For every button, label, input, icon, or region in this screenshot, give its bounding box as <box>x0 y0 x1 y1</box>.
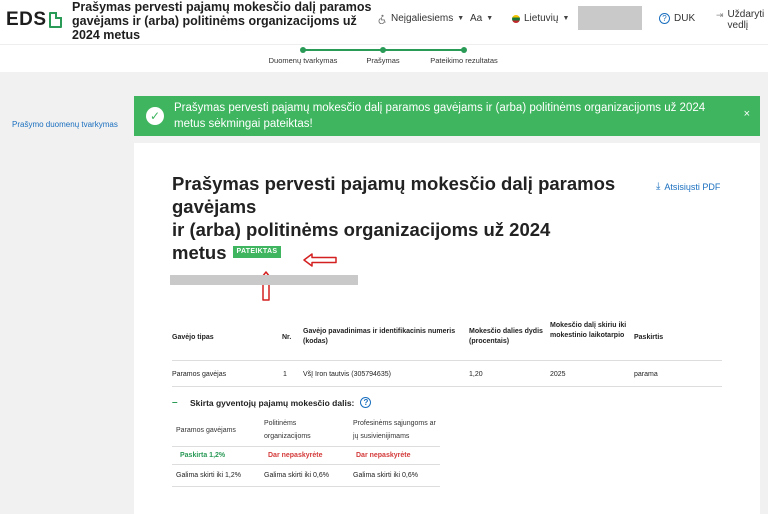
success-alert: ✓ Prašymas pervesti pajamų mokesčio dalį… <box>134 96 760 136</box>
limit-cell: Galima skirti iki 1,2% <box>176 472 241 479</box>
font-size-label: Aa <box>470 13 483 24</box>
column-header: Mokesčio dalies dydis (procentais) <box>469 328 543 345</box>
document-title: Prašymas pervesti pajamų mokesčio dalį p… <box>172 172 642 264</box>
allocation-limit-row: Galima skirti iki 1,2% Galima skirti iki… <box>172 465 440 487</box>
chevron-down-icon: ▼ <box>486 15 494 22</box>
chevron-down-icon: ▼ <box>562 15 570 22</box>
title-line-3: metus <box>172 242 227 263</box>
download-pdf-label: Atsisiųsti PDF <box>664 181 721 192</box>
logo-text: EDS <box>6 9 47 30</box>
allocation-status-row: Paskirta 1,2% Dar nepaskyrėte Dar nepask… <box>172 447 440 465</box>
step-dot <box>380 47 386 53</box>
cell: 1 <box>283 371 287 378</box>
allocation-header-row: Paramos gavėjams Politinėms organizacijo… <box>172 415 440 447</box>
question-icon: ? <box>659 13 670 24</box>
table-header: Gavėjo tipas Nr. Gavėjo pavadinimas ir i… <box>172 315 722 361</box>
title-line-1: Prašymas pervesti pajamų mokesčio dalį p… <box>172 173 616 217</box>
help-label: DUK <box>674 13 696 24</box>
column-header: Paramos gavėjams <box>176 427 236 434</box>
cell: 2025 <box>550 371 566 378</box>
collapse-toggle[interactable]: – <box>172 397 184 408</box>
title-line-2: ir (arba) politinėms organizacijoms už 2… <box>172 219 551 240</box>
close-wizard-label: Uždaryti vedlį <box>727 9 765 31</box>
check-icon: ✓ <box>146 107 164 125</box>
title-line-3-wrap: metus PATEIKTAS <box>172 241 642 264</box>
redacted-user-area <box>578 6 642 30</box>
close-icon[interactable]: × <box>744 108 750 120</box>
step-label: Duomenų tvarkymas <box>268 56 338 65</box>
step-dot <box>461 47 467 53</box>
column-header: Paskirtis <box>634 334 664 341</box>
lithuania-flag-icon <box>512 14 520 23</box>
app-title: Prašymas pervesti pajamų mokesčio dalį p… <box>72 0 372 42</box>
download-pdf-link[interactable]: ⤓ Atsisiųsti PDF <box>656 181 720 192</box>
download-icon: ⤓ <box>656 181 661 192</box>
column-header: Nr. <box>282 334 292 341</box>
redacted-bar <box>170 275 358 285</box>
status-cell: Paskirta 1,2% <box>180 452 226 459</box>
step-result: Pateikimo rezultatas <box>426 45 502 65</box>
status-cell: Dar nepaskyrėte <box>356 452 411 459</box>
step-data-management: Duomenų tvarkymas <box>268 45 338 65</box>
column-header: Politinėms organizacijoms <box>264 420 311 440</box>
language-label: Lietuvių <box>524 13 559 24</box>
close-wizard-button[interactable]: ⇥ Uždaryti vedlį <box>716 9 768 31</box>
help-link[interactable]: ? DUK <box>659 13 695 24</box>
column-header: Profesinėms sąjungoms ar jų susivienijim… <box>353 420 436 440</box>
sidebar-link-data-management[interactable]: Prašymo duomenų tvarkymas <box>12 120 118 129</box>
step-dot <box>300 47 306 53</box>
accessibility-label: Neįgaliesiems <box>391 13 454 24</box>
limit-cell: Galima skirti iki 0,6% <box>353 472 418 479</box>
limit-cell: Galima skirti iki 0,6% <box>264 472 329 479</box>
wheelchair-icon <box>378 14 386 24</box>
eds-logo[interactable]: EDS <box>6 10 62 30</box>
language-menu[interactable]: Lietuvių ▼ <box>512 13 569 24</box>
allocation-header: – Skirta gyventojų pajamų mokesčio dalis… <box>172 397 372 408</box>
chevron-down-icon: ▼ <box>457 15 465 22</box>
cell: Paramos gavėjas <box>172 371 227 378</box>
step-request: Prašymas <box>358 45 408 65</box>
column-header: Mokesčio dalį skiriu iki mokestinio laik… <box>550 322 627 339</box>
annotation-arrow-left-icon <box>303 253 337 267</box>
column-header: Gavėjo pavadinimas ir identifikacinis nu… <box>303 328 456 345</box>
step-label: Prašymas <box>366 56 400 65</box>
column-header: Gavėjo tipas <box>172 334 214 341</box>
progress-stepper: Duomenų tvarkymas Prašymas Pateikimo rez… <box>0 44 768 72</box>
cell: VšĮ Iron tautvis (305794635) <box>303 371 391 378</box>
cell: parama <box>634 371 658 378</box>
status-badge: PATEIKTAS <box>232 246 282 259</box>
table-row: Paramos gavėjas 1 VšĮ Iron tautvis (3057… <box>172 361 722 387</box>
font-size-menu[interactable]: Aa ▼ <box>470 13 493 24</box>
document-icon <box>48 12 62 28</box>
top-header: EDS Prašymas pervesti pajamų mokesčio da… <box>0 0 768 44</box>
alert-message: Prašymas pervesti pajamų mokesčio dalį p… <box>174 102 706 130</box>
document-card: Prašymas pervesti pajamų mokesčio dalį p… <box>134 143 760 514</box>
accessibility-menu[interactable]: Neįgaliesiems ▼ <box>378 13 464 24</box>
question-icon[interactable]: ? <box>360 397 372 408</box>
exit-icon: ⇥ <box>716 10 724 20</box>
allocation-title: Skirta gyventojų pajamų mokesčio dalis: <box>190 397 355 408</box>
status-cell: Dar nepaskyrėte <box>268 452 323 459</box>
step-label: Pateikimo rezultatas <box>430 56 498 65</box>
cell: 1,20 <box>469 371 483 378</box>
